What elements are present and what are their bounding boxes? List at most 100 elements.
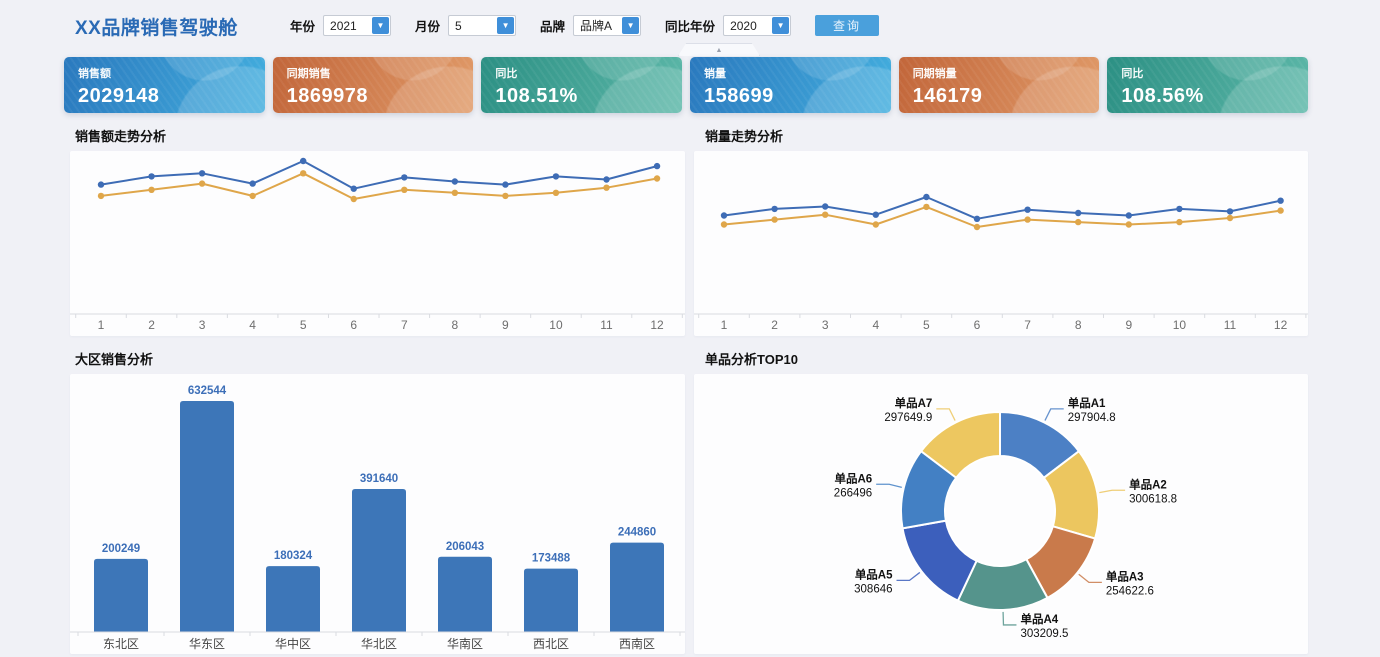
kpi-value: 1869978 bbox=[287, 85, 474, 108]
donut-label: 单品A1297904.8 bbox=[1068, 396, 1116, 424]
data-point[interactable] bbox=[923, 204, 929, 210]
data-point[interactable] bbox=[603, 176, 609, 182]
bar-category-label: 东北区 bbox=[103, 637, 139, 651]
donut-label: 单品A7297649.9 bbox=[884, 396, 932, 424]
brand-select-value: 品牌A bbox=[580, 17, 612, 34]
data-point[interactable] bbox=[771, 206, 777, 212]
bar[interactable] bbox=[438, 557, 492, 632]
bar-value-label: 206043 bbox=[446, 541, 484, 553]
bar[interactable] bbox=[524, 569, 578, 632]
data-point[interactable] bbox=[1075, 219, 1081, 225]
data-point[interactable] bbox=[351, 196, 357, 202]
data-point[interactable] bbox=[452, 178, 458, 184]
data-point[interactable] bbox=[502, 193, 508, 199]
data-point[interactable] bbox=[148, 187, 154, 193]
x-axis-label: 6 bbox=[350, 318, 357, 332]
data-point[interactable] bbox=[401, 174, 407, 180]
filter-collapse-handle[interactable]: ▲ bbox=[678, 43, 760, 56]
filter-brand: 品牌 品牌A ▼ bbox=[540, 15, 641, 36]
region-sales-title: 大区销售分析 bbox=[75, 353, 685, 367]
brand-select[interactable]: 品牌A ▼ bbox=[573, 15, 641, 36]
sales-trend-title: 销售额走势分析 bbox=[75, 130, 685, 144]
product-top-donut-chart[interactable]: 单品A1297904.8单品A2300618.8单品A3254622.6单品A4… bbox=[694, 374, 1308, 654]
data-point[interactable] bbox=[1075, 210, 1081, 216]
chevron-down-icon[interactable]: ▼ bbox=[622, 17, 639, 34]
data-point[interactable] bbox=[721, 212, 727, 218]
data-point[interactable] bbox=[1277, 198, 1283, 204]
sales-trend-line-chart[interactable]: 123456789101112 bbox=[70, 151, 685, 336]
data-point[interactable] bbox=[974, 224, 980, 230]
data-point[interactable] bbox=[199, 170, 205, 176]
data-point[interactable] bbox=[1227, 208, 1233, 214]
bar-category-label: 西北区 bbox=[533, 637, 569, 651]
x-axis-label: 9 bbox=[1125, 318, 1132, 332]
data-point[interactable] bbox=[1227, 215, 1233, 221]
query-button[interactable]: 查询 bbox=[815, 15, 879, 36]
data-point[interactable] bbox=[721, 221, 727, 227]
bar[interactable] bbox=[352, 489, 406, 632]
volume-trend-line-chart[interactable]: 123456789101112 bbox=[694, 151, 1308, 336]
data-point[interactable] bbox=[603, 185, 609, 191]
data-point[interactable] bbox=[654, 163, 660, 169]
donut-label: 单品A3254622.6 bbox=[1106, 569, 1154, 597]
donut-label: 单品A2300618.8 bbox=[1129, 477, 1177, 505]
bar[interactable] bbox=[94, 559, 148, 632]
year-select[interactable]: 2021 ▼ bbox=[323, 15, 391, 36]
x-axis-label: 5 bbox=[923, 318, 930, 332]
bar-category-label: 华南区 bbox=[447, 636, 483, 651]
data-point[interactable] bbox=[452, 190, 458, 196]
data-point[interactable] bbox=[1126, 221, 1132, 227]
chevron-down-icon[interactable]: ▼ bbox=[772, 17, 789, 34]
data-point[interactable] bbox=[1024, 207, 1030, 213]
data-point[interactable] bbox=[1176, 219, 1182, 225]
chevron-down-icon[interactable]: ▼ bbox=[372, 17, 389, 34]
kpi-card-volume-yoy: 同比 108.56% bbox=[1107, 57, 1308, 113]
data-point[interactable] bbox=[98, 181, 104, 187]
kpi-label: 同比 bbox=[495, 65, 682, 81]
data-point[interactable] bbox=[1277, 207, 1283, 213]
data-point[interactable] bbox=[300, 170, 306, 176]
data-point[interactable] bbox=[98, 193, 104, 199]
data-point[interactable] bbox=[822, 212, 828, 218]
data-point[interactable] bbox=[654, 175, 660, 181]
compare-year-select[interactable]: 2020 ▼ bbox=[723, 15, 791, 36]
kpi-value: 146179 bbox=[913, 85, 1100, 108]
charts-area: 销售额走势分析 123456789101112 销量走势分析 123456789… bbox=[64, 129, 1308, 654]
data-point[interactable] bbox=[873, 221, 879, 227]
data-point[interactable] bbox=[553, 190, 559, 196]
bar[interactable] bbox=[266, 566, 320, 632]
bar[interactable] bbox=[610, 543, 664, 632]
region-sales-bar-chart[interactable]: 200249东北区632544华东区180324华中区391640华北区2060… bbox=[70, 374, 685, 654]
filter-compare-year: 同比年份 2020 ▼ bbox=[665, 15, 791, 36]
data-point[interactable] bbox=[300, 158, 306, 164]
data-point[interactable] bbox=[974, 216, 980, 222]
bar[interactable] bbox=[180, 401, 234, 632]
bar-value-label: 391640 bbox=[360, 473, 398, 485]
bar-category-label: 华东区 bbox=[189, 637, 225, 651]
month-select[interactable]: 5 ▼ bbox=[448, 15, 516, 36]
data-point[interactable] bbox=[351, 186, 357, 192]
x-axis-label: 5 bbox=[300, 318, 307, 332]
x-axis-label: 2 bbox=[771, 318, 778, 332]
x-axis-label: 8 bbox=[1075, 318, 1082, 332]
data-point[interactable] bbox=[1126, 212, 1132, 218]
data-point[interactable] bbox=[771, 216, 777, 222]
data-point[interactable] bbox=[249, 180, 255, 186]
data-point[interactable] bbox=[199, 180, 205, 186]
data-point[interactable] bbox=[502, 181, 508, 187]
data-point[interactable] bbox=[873, 212, 879, 218]
chevron-down-icon[interactable]: ▼ bbox=[497, 17, 514, 34]
compare-year-select-value: 2020 bbox=[730, 19, 757, 33]
filter-bar: 年份 2021 ▼ 月份 5 ▼ 品牌 品牌A ▼ 同比年份 2020 ▼ bbox=[290, 15, 879, 36]
x-axis-label: 4 bbox=[872, 318, 879, 332]
data-point[interactable] bbox=[1024, 216, 1030, 222]
filter-month: 月份 5 ▼ bbox=[415, 15, 516, 36]
data-point[interactable] bbox=[401, 187, 407, 193]
data-point[interactable] bbox=[822, 203, 828, 209]
x-axis-label: 12 bbox=[650, 318, 664, 332]
data-point[interactable] bbox=[553, 173, 559, 179]
data-point[interactable] bbox=[1176, 206, 1182, 212]
data-point[interactable] bbox=[923, 194, 929, 200]
data-point[interactable] bbox=[148, 173, 154, 179]
data-point[interactable] bbox=[249, 193, 255, 199]
